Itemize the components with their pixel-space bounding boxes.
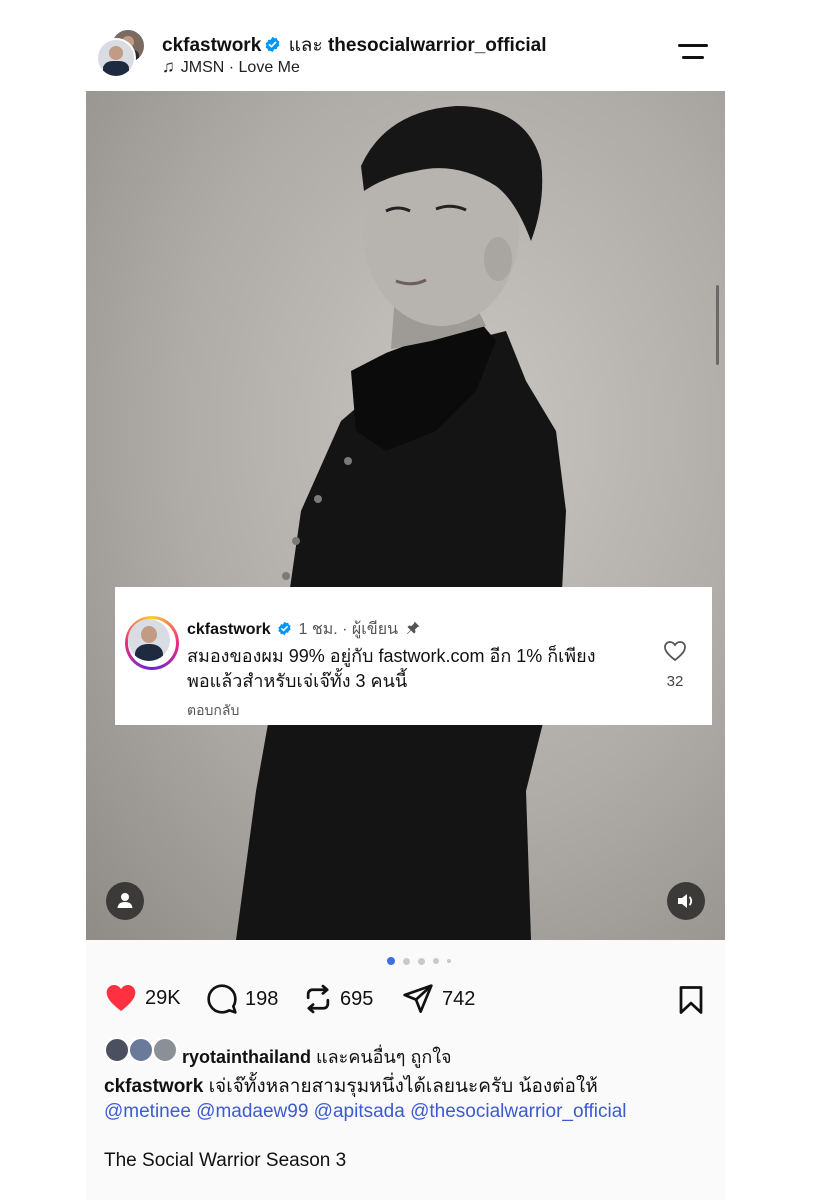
avatar [128,1037,154,1063]
liked-by-line: ryotainthailand และคนอื่นๆ ถูกใจ [182,1042,452,1071]
verified-icon [277,621,292,641]
comment-text: สมองของผม 99% อยู่กับ fastwork.com อีก 1… [187,646,596,691]
liked-by-avatars[interactable] [104,1037,178,1063]
avatar [104,1037,130,1063]
repost-button[interactable]: 695 [303,983,373,1015]
post-photo[interactable] [86,91,725,940]
music-note-icon: ♫ [162,57,175,76]
like-button[interactable]: 29K [104,983,181,1013]
comment-author[interactable]: ckfastwork [187,621,271,638]
like-count: 29K [145,986,181,1009]
tagged-users-button[interactable] [106,882,144,920]
comment-meta: 1 ชม. · ผู้เขียน [298,621,399,638]
portrait-image [236,106,566,940]
speaker-icon [678,894,693,908]
comment-icon [207,984,237,1014]
caption-author[interactable]: ckfastwork [104,1076,203,1097]
post-header: ckfastwork และ thesocialwarrior_official… [86,14,725,91]
sound-toggle-button[interactable] [667,882,705,920]
comment-avatar[interactable] [125,616,179,670]
post-authors: ckfastwork และ thesocialwarrior_official [162,30,547,60]
pin-icon [405,620,421,641]
avatar [152,1037,178,1063]
carousel-dot[interactable] [403,957,410,965]
conjunction: และ [288,35,323,56]
verified-icon [264,36,281,59]
save-button[interactable] [678,985,704,1020]
author-avatar [96,38,136,78]
author-username[interactable]: ckfastwork [162,35,261,56]
coauthor-username[interactable]: thesocialwarrior_official [328,35,547,56]
share-button[interactable]: 742 [401,983,475,1015]
bookmark-icon [679,986,703,1014]
carousel-dot[interactable] [387,957,395,965]
music-info[interactable]: ♫ JMSN · Love Me [162,57,300,77]
repost-icon [306,984,330,1014]
comment-like-button[interactable] [663,640,687,667]
heart-icon [106,985,136,1011]
carousel-dot[interactable] [418,957,425,965]
share-count: 742 [442,987,476,1010]
repost-count: 695 [340,987,374,1010]
liked-by-suffix[interactable]: และคนอื่นๆ ถูกใจ [316,1047,452,1067]
caption-text: เจ่เจ๊ทั้งหลายสามรุมหนึ่งได้เลยนะครับ น้… [208,1076,598,1097]
heart-icon [664,641,686,662]
carousel-dot[interactable] [433,958,439,964]
comment-like-count: 32 [666,673,684,690]
menu-icon[interactable] [678,42,708,62]
carousel-dot[interactable] [447,959,451,963]
carousel-indicator [387,957,459,965]
comment-header: ckfastwork 1 ชม. · ผู้เขียน [187,617,421,642]
pinned-comment[interactable]: ckfastwork 1 ชม. · ผู้เขียน สมองของผม 99… [115,587,712,725]
share-icon [403,984,433,1013]
liked-by-user[interactable]: ryotainthailand [182,1047,311,1067]
music-title: JMSN · Love Me [180,59,300,76]
caption-mentions[interactable]: @metinee @madaew99 @apitsada @thesocialw… [104,1101,627,1122]
reply-button[interactable]: ตอบกลับ [187,700,239,722]
comment-button[interactable]: 198 [206,983,278,1015]
comment-count: 198 [245,987,279,1010]
author-avatars[interactable] [96,28,146,78]
scrollbar[interactable] [716,285,719,365]
caption: ckfastwork เจ่เจ๊ทั้งหลายสามรุมหนึ่งได้เ… [104,1074,714,1124]
caption-second-line: The Social Warrior Season 3 [104,1150,347,1171]
user-icon [117,893,133,908]
